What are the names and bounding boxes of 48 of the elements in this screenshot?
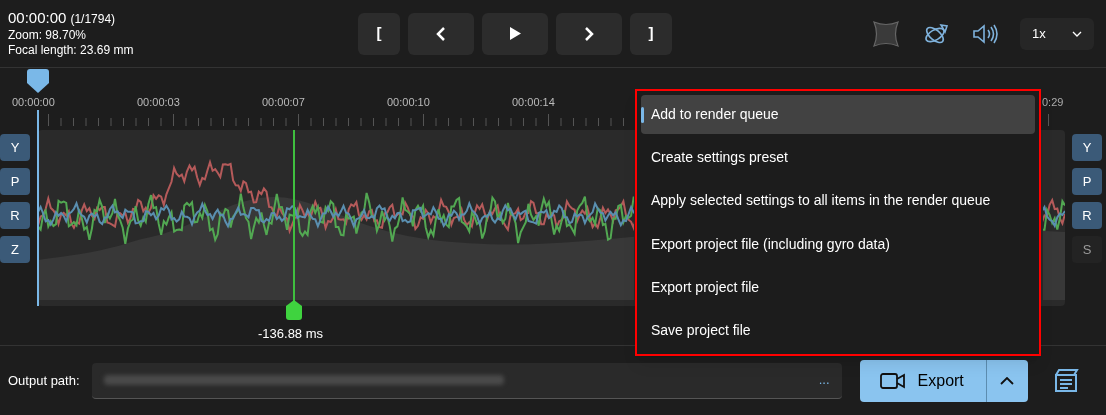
menu-item[interactable]: Save project file: [641, 310, 1035, 351]
mark-in-button[interactable]: [: [358, 12, 400, 55]
speed-select[interactable]: 1x: [1020, 17, 1094, 50]
axis-toggle[interactable]: P: [0, 168, 30, 195]
playhead-handle[interactable]: [27, 69, 49, 93]
frame-icon[interactable]: [872, 19, 900, 48]
output-path-field[interactable]: ...: [91, 362, 842, 399]
menu-item[interactable]: Add to render queue: [641, 95, 1035, 135]
sync-offset-label: -136.88 ms: [258, 325, 324, 343]
output-path-label: Output path:: [8, 371, 80, 390]
axis-toggle[interactable]: Z: [0, 236, 30, 263]
axis-toggle[interactable]: Y: [1072, 134, 1102, 161]
time-label: 0:29: [1042, 95, 1064, 110]
browse-button[interactable]: ...: [818, 370, 830, 390]
render-queue-icon[interactable]: [1053, 368, 1080, 393]
time-label: 00:00:00: [12, 95, 55, 110]
chevron-left-icon: [436, 25, 446, 42]
menu-item[interactable]: Export project file: [641, 267, 1035, 307]
mark-out-button[interactable]: ]: [630, 12, 672, 55]
export-options-button[interactable]: [985, 359, 1028, 402]
chevron-up-icon: [1000, 376, 1015, 385]
video-camera-icon: [879, 371, 906, 390]
play-button[interactable]: [482, 12, 548, 55]
next-frame-button[interactable]: [556, 12, 622, 55]
time-label: 00:00:03: [137, 95, 180, 110]
axis-toggle[interactable]: R: [1072, 202, 1102, 229]
menu-item[interactable]: Export project file (including gyro data): [641, 224, 1035, 264]
focal-length-readout: Focal length: 23.69 mm: [8, 42, 135, 58]
axis-toggle[interactable]: S: [1072, 236, 1102, 263]
time-label: 00:00:14: [512, 95, 555, 110]
zoom-readout: Zoom: 98.70%: [8, 27, 88, 43]
selection-indicator: [641, 107, 644, 123]
frame-counter: (1/1794): [70, 12, 116, 28]
timecode: 00:00:00: [8, 9, 67, 28]
time-label: 00:00:07: [262, 95, 305, 110]
menu-item[interactable]: Apply selected settings to all items in the render queue: [641, 181, 1035, 221]
chevron-down-icon: [1072, 30, 1082, 37]
axis-toggle[interactable]: R: [0, 202, 30, 229]
sync-marker-handle[interactable]: [286, 300, 302, 320]
menu-item[interactable]: Create settings preset: [641, 138, 1035, 178]
export-button[interactable]: Export: [859, 359, 986, 402]
axis-toggle[interactable]: P: [1072, 168, 1102, 195]
time-label: 00:00:10: [387, 95, 430, 110]
play-icon: [509, 27, 521, 40]
axis-toggle[interactable]: Y: [0, 134, 30, 161]
previous-frame-button[interactable]: [408, 12, 474, 55]
chevron-right-icon: [584, 25, 594, 42]
speaker-icon[interactable]: [972, 22, 998, 45]
